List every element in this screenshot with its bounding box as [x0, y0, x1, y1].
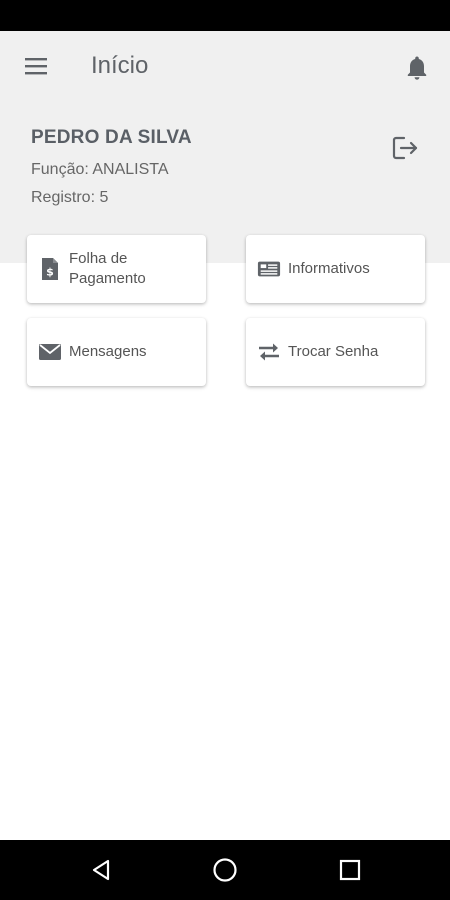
newsletters-card[interactable]: Informativos: [246, 235, 425, 303]
change-password-card[interactable]: Trocar Senha: [246, 318, 425, 386]
newsletters-card-label: Informativos: [288, 260, 370, 277]
messages-card[interactable]: Mensagens: [27, 318, 206, 386]
nav-back-button[interactable]: [86, 855, 116, 885]
hamburger-menu-icon: [25, 58, 47, 75]
notifications-button[interactable]: [400, 51, 434, 85]
newspaper-icon: [257, 257, 281, 281]
nav-home-button[interactable]: [210, 855, 240, 885]
user-name: PEDRO DA SILVA: [31, 127, 192, 148]
user-role: Função: ANALISTA: [31, 161, 169, 178]
nav-recents-button[interactable]: [335, 855, 365, 885]
recents-square-icon: [339, 859, 361, 881]
app-bar: Início: [0, 31, 450, 101]
payroll-document-icon: $: [38, 257, 62, 281]
logout-icon: [392, 136, 418, 160]
page-title: Início: [91, 52, 149, 79]
user-registration: Registro: 5: [31, 189, 109, 206]
payroll-card-label: Folha de Pagamento: [69, 250, 146, 287]
back-triangle-icon: [92, 859, 110, 881]
logout-button[interactable]: [388, 132, 422, 164]
swap-arrows-icon: [257, 340, 281, 364]
menu-button[interactable]: [18, 51, 54, 81]
payroll-card[interactable]: $ Folha de Pagamento: [27, 235, 206, 303]
envelope-icon: [38, 340, 62, 364]
system-navigation-bar: [0, 840, 450, 900]
bell-icon: [407, 56, 427, 80]
messages-card-label: Mensagens: [69, 343, 147, 360]
change-password-card-label: Trocar Senha: [288, 343, 379, 360]
svg-text:$: $: [46, 266, 54, 279]
status-bar: [0, 0, 450, 31]
home-circle-icon: [213, 858, 237, 882]
